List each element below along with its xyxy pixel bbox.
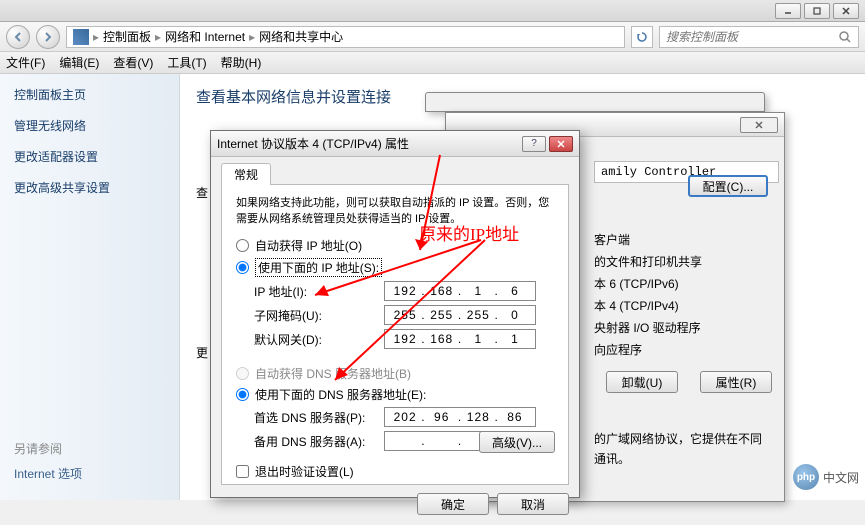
subnet-mask-input[interactable]: 255.255.255.0 bbox=[384, 305, 536, 325]
back-button[interactable] bbox=[6, 25, 30, 49]
checkbox-validate[interactable]: 退出时验证设置(L) bbox=[236, 463, 554, 480]
minimize-button[interactable] bbox=[775, 3, 801, 19]
radio-manual-dns[interactable]: 使用下面的 DNS 服务器地址(E): bbox=[236, 386, 554, 403]
close-button[interactable] bbox=[740, 117, 778, 133]
breadcrumb-item[interactable]: 网络和 Internet bbox=[165, 28, 245, 45]
search-icon bbox=[838, 30, 852, 44]
watermark: php 中文网 bbox=[793, 464, 859, 490]
radio-label: 使用下面的 IP 地址(S): bbox=[255, 258, 382, 277]
breadcrumb-item[interactable]: 网络和共享中心 bbox=[259, 28, 343, 45]
watermark-text: 中文网 bbox=[823, 469, 859, 486]
field-label: 默认网关(D): bbox=[254, 331, 384, 348]
menu-view[interactable]: 查看(V) bbox=[113, 54, 153, 71]
field-ip-address: IP 地址(I): 192.168.1.6 bbox=[254, 281, 554, 301]
ipv4-properties-dialog: Internet 协议版本 4 (TCP/IPv4) 属性 ? 常规 如果网络支… bbox=[210, 130, 580, 498]
configure-button[interactable]: 配置(C)... bbox=[688, 175, 768, 197]
radio-input[interactable] bbox=[236, 239, 249, 252]
breadcrumb-item[interactable]: 控制面板 bbox=[103, 28, 151, 45]
window-controls bbox=[775, 3, 859, 19]
dns-primary-input[interactable]: 202.96.128.86 bbox=[384, 407, 536, 427]
sidebar-link-sharing[interactable]: 更改高级共享设置 bbox=[14, 179, 165, 196]
list-item[interactable]: 本 4 (TCP/IPv4) bbox=[594, 295, 779, 317]
menu-bar: 文件(F) 编辑(E) 查看(V) 工具(T) 帮助(H) bbox=[0, 52, 865, 74]
radio-input[interactable] bbox=[236, 388, 249, 401]
help-button[interactable]: ? bbox=[522, 136, 546, 152]
tab-general[interactable]: 常规 bbox=[221, 163, 271, 185]
checkbox-input[interactable] bbox=[236, 465, 249, 478]
dialog-controls: ? bbox=[522, 136, 573, 152]
chevron-right-icon: ▸ bbox=[249, 30, 255, 44]
checkbox-label: 退出时验证设置(L) bbox=[255, 463, 354, 480]
field-subnet-mask: 子网掩码(U): 255.255.255.0 bbox=[254, 305, 554, 325]
nav-bar: ▸ 控制面板 ▸ 网络和 Internet ▸ 网络和共享中心 bbox=[0, 22, 865, 52]
radio-label: 自动获得 DNS 服务器地址(B) bbox=[255, 365, 411, 382]
field-dns-primary: 首选 DNS 服务器(P): 202.96.128.86 bbox=[254, 407, 554, 427]
list-item[interactable]: 央射器 I/O 驱动程序 bbox=[594, 317, 779, 339]
refresh-button[interactable] bbox=[631, 26, 653, 48]
dialog-header[interactable]: Internet 协议版本 4 (TCP/IPv4) 属性 ? bbox=[211, 131, 579, 157]
list-item[interactable]: 的文件和打印机共享 bbox=[594, 251, 779, 273]
field-label: 备用 DNS 服务器(A): bbox=[254, 433, 384, 450]
title-bar bbox=[0, 0, 865, 22]
control-panel-icon bbox=[73, 29, 89, 45]
sidebar-title[interactable]: 控制面板主页 bbox=[14, 86, 165, 103]
dialog-title: Internet 协议版本 4 (TCP/IPv4) 属性 bbox=[217, 135, 409, 152]
component-list[interactable]: 客户端 的文件和打印机共享 本 6 (TCP/IPv6) 本 4 (TCP/IP… bbox=[594, 229, 779, 361]
radio-input bbox=[236, 367, 249, 380]
advanced-button[interactable]: 高级(V)... bbox=[479, 431, 555, 453]
chevron-right-icon: ▸ bbox=[93, 30, 99, 44]
close-button[interactable] bbox=[549, 136, 573, 152]
dialog-button-row: 确定 取消 bbox=[221, 493, 569, 515]
menu-tools[interactable]: 工具(T) bbox=[167, 54, 206, 71]
ok-button[interactable]: 确定 bbox=[417, 493, 489, 515]
button-row: 卸载(U) 属性(R) bbox=[594, 371, 772, 393]
chevron-right-icon: ▸ bbox=[155, 30, 161, 44]
breadcrumb[interactable]: ▸ 控制面板 ▸ 网络和 Internet ▸ 网络和共享中心 bbox=[66, 26, 625, 48]
uninstall-button[interactable]: 卸载(U) bbox=[606, 371, 678, 393]
field-label: 首选 DNS 服务器(P): bbox=[254, 409, 384, 426]
ghost-dialog-1 bbox=[425, 92, 765, 112]
list-item[interactable]: 本 6 (TCP/IPv6) bbox=[594, 273, 779, 295]
description-text: 如果网络支持此功能，则可以获取自动指派的 IP 设置。否则，您需要从网络系统管理… bbox=[236, 195, 554, 227]
description-text: 的广域网络协议，它提供在不同 通讯。 bbox=[594, 429, 772, 469]
menu-file[interactable]: 文件(F) bbox=[6, 54, 45, 71]
radio-label: 自动获得 IP 地址(O) bbox=[255, 237, 362, 254]
radio-auto-dns: 自动获得 DNS 服务器地址(B) bbox=[236, 365, 554, 382]
search-box[interactable] bbox=[659, 26, 859, 48]
sidebar-link-adapter[interactable]: 更改适配器设置 bbox=[14, 148, 165, 165]
maximize-button[interactable] bbox=[804, 3, 830, 19]
list-item[interactable]: 向应程序 bbox=[594, 339, 779, 361]
field-label: 子网掩码(U): bbox=[254, 307, 384, 324]
section-label: 查 bbox=[196, 184, 208, 201]
radio-auto-ip[interactable]: 自动获得 IP 地址(O) bbox=[236, 237, 554, 254]
dialog-body: 常规 如果网络支持此功能，则可以获取自动指派的 IP 设置。否则，您需要从网络系… bbox=[211, 163, 579, 525]
gateway-input[interactable]: 192.168.1.1 bbox=[384, 329, 536, 349]
help-icon: ? bbox=[531, 138, 537, 149]
sidebar-bottom: 另请参阅 Internet 选项 bbox=[14, 440, 82, 490]
sidebar-link-internet-options[interactable]: Internet 选项 bbox=[14, 465, 82, 482]
sidebar-see-also: 另请参阅 bbox=[14, 440, 82, 457]
field-label: IP 地址(I): bbox=[254, 283, 384, 300]
radio-manual-ip[interactable]: 使用下面的 IP 地址(S): bbox=[236, 258, 554, 277]
section-label: 更 bbox=[196, 344, 208, 361]
search-input[interactable] bbox=[666, 30, 838, 44]
forward-button[interactable] bbox=[36, 25, 60, 49]
properties-button[interactable]: 属性(R) bbox=[700, 371, 772, 393]
tab-strip: 常规 bbox=[221, 163, 569, 185]
ip-address-input[interactable]: 192.168.1.6 bbox=[384, 281, 536, 301]
sidebar: 控制面板主页 管理无线网络 更改适配器设置 更改高级共享设置 另请参阅 Inte… bbox=[0, 74, 180, 500]
field-gateway: 默认网关(D): 192.168.1.1 bbox=[254, 329, 554, 349]
radio-label: 使用下面的 DNS 服务器地址(E): bbox=[255, 386, 426, 403]
sidebar-link-wireless[interactable]: 管理无线网络 bbox=[14, 117, 165, 134]
php-logo-icon: php bbox=[793, 464, 819, 490]
close-button[interactable] bbox=[833, 3, 859, 19]
menu-help[interactable]: 帮助(H) bbox=[221, 54, 262, 71]
list-item[interactable]: 客户端 bbox=[594, 229, 779, 251]
cancel-button[interactable]: 取消 bbox=[497, 493, 569, 515]
radio-input[interactable] bbox=[236, 261, 249, 274]
menu-edit[interactable]: 编辑(E) bbox=[59, 54, 99, 71]
